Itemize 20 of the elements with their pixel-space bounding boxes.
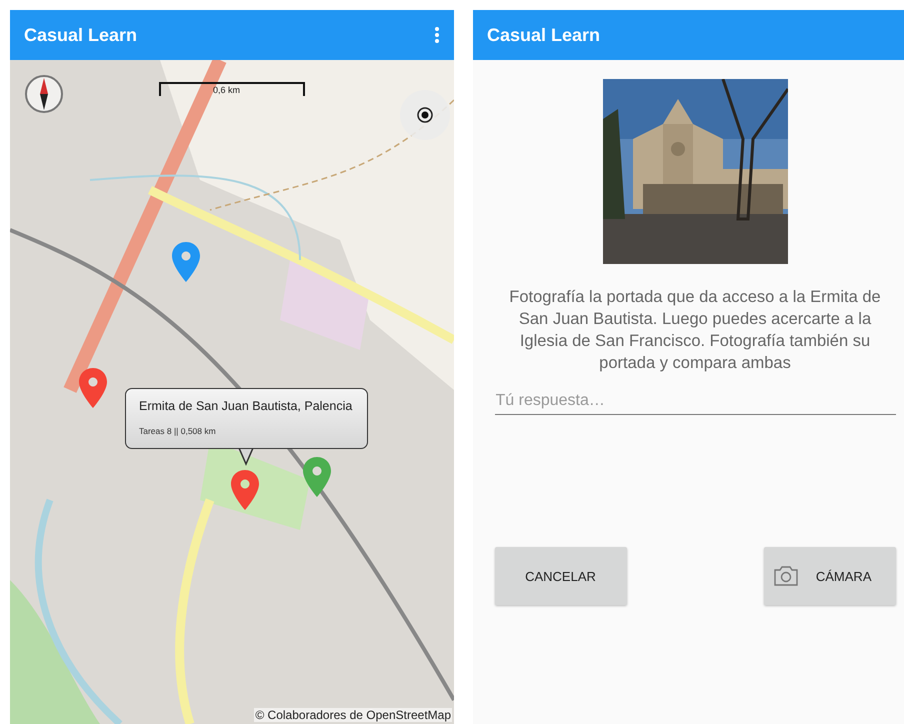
popup-subtitle: Tareas 8 || 0,508 km (139, 426, 217, 436)
cancel-button[interactable]: CANCELAR (494, 547, 626, 605)
popup-title: Ermita de San Juan Bautista, Palencia (139, 399, 354, 413)
map-attribution: © Colaboradores de OpenStreetMap (254, 708, 452, 722)
target-icon (415, 105, 435, 125)
task-description: Fotografía la portada que da acceso a la Ermita de San Juan Bautista. Luego puedes acercarte a la Iglesia de San Francisco. Fotografía también su portada y compara ambas (508, 287, 882, 374)
map-marker-icon[interactable] (303, 457, 331, 497)
map-marker-icon[interactable] (231, 470, 259, 510)
info-popup[interactable]: Ermita de San Juan Bautista, Palencia Tareas 8 || 0,508 km (125, 388, 368, 449)
scale-label: 0,6 km (213, 85, 240, 95)
answer-field[interactable]: Tú respuesta… (494, 388, 896, 415)
overflow-menu-icon[interactable] (434, 26, 440, 44)
popup-pointer (238, 448, 254, 466)
map-marker-icon[interactable] (172, 242, 200, 282)
camera-icon (774, 566, 798, 586)
map-marker-icon[interactable] (79, 368, 107, 408)
app-title: Casual Learn (24, 24, 138, 46)
app-title: Casual Learn (487, 24, 600, 46)
camera-button[interactable]: CÁMARA (764, 547, 896, 605)
compass-icon[interactable] (24, 74, 64, 114)
